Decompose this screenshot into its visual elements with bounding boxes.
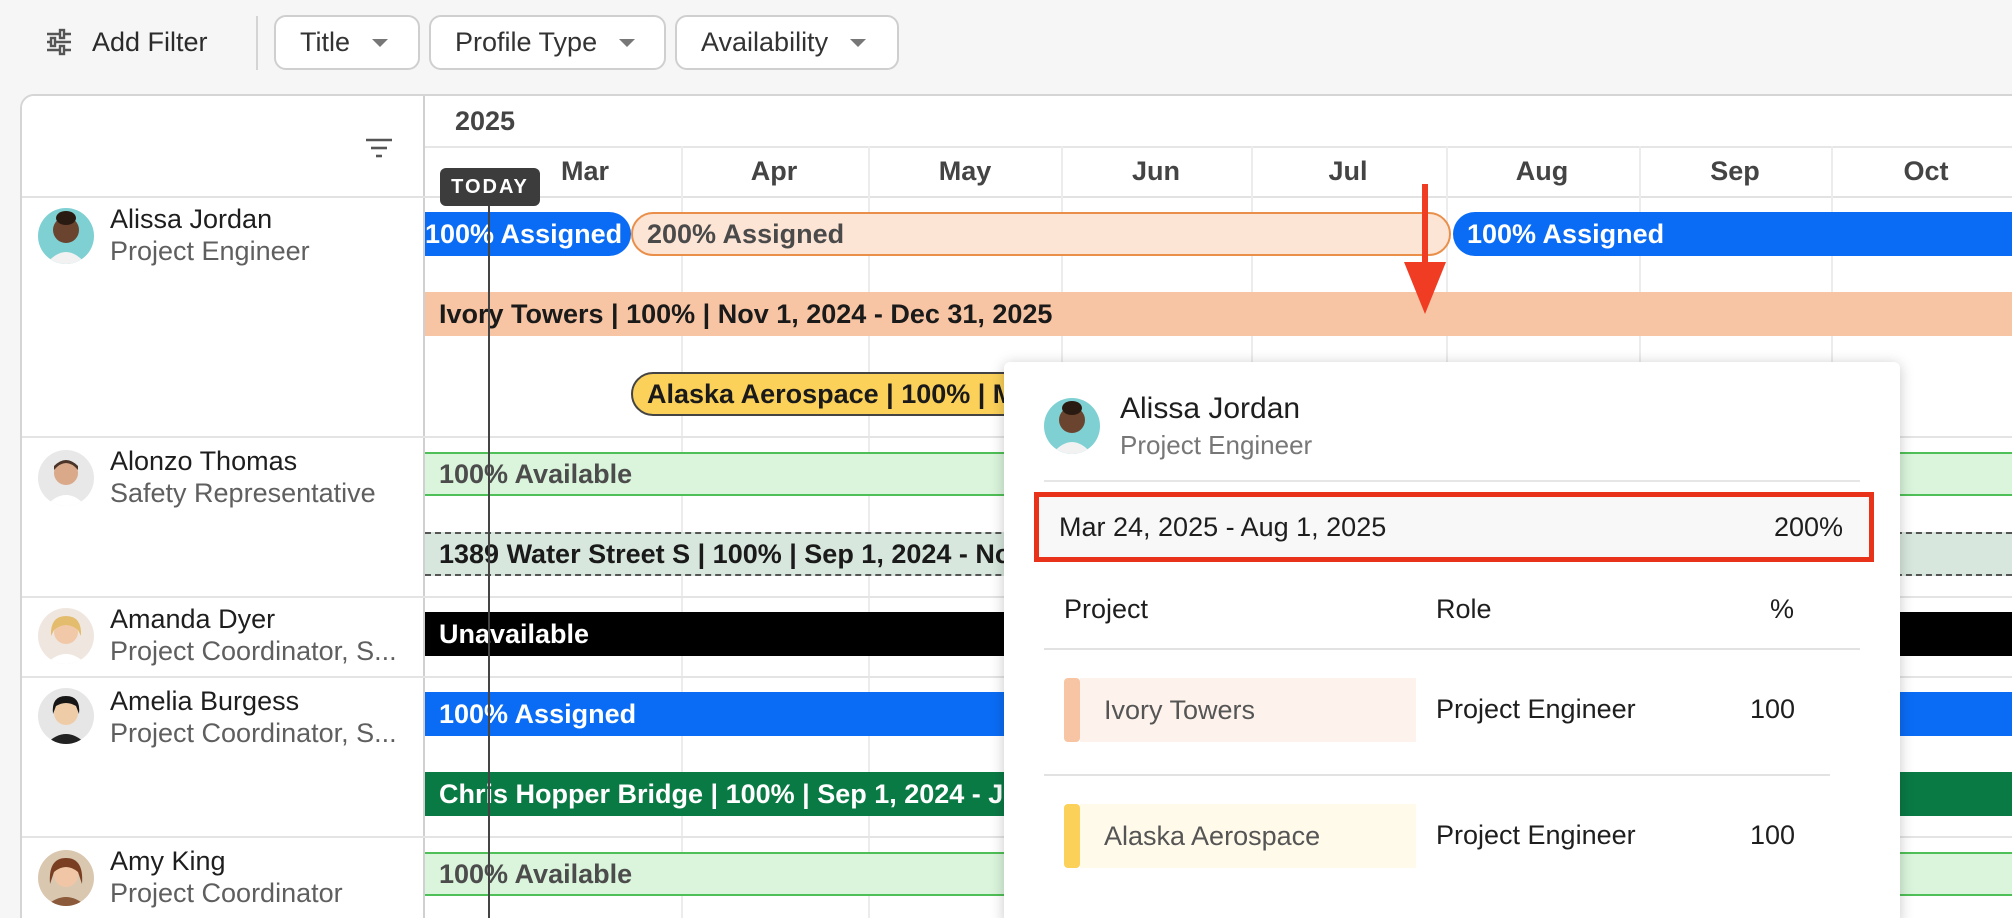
- person-title: Project Engineer: [110, 236, 310, 266]
- month-label: Mar: [560, 156, 610, 186]
- filter-bar: Add Filter Title Profile Type Availabili…: [0, 0, 2012, 86]
- percent-cell: 100: [1750, 694, 1796, 724]
- project-bar-ivory-towers[interactable]: Ivory Towers | 100% | Nov 1, 2024 - Dec …: [425, 292, 2012, 336]
- avatar: [38, 208, 94, 264]
- person-row[interactable]: Alonzo Thomas Safety Representative: [22, 438, 425, 598]
- month-label: Jun: [1131, 156, 1181, 186]
- title-filter-dropdown[interactable]: Title: [274, 15, 420, 70]
- person-title: Project Coordinator: [110, 878, 343, 908]
- assigned-bar[interactable]: 100% Assigned: [425, 212, 631, 256]
- month-label: Apr: [750, 156, 798, 186]
- avatar: [38, 850, 94, 906]
- project-name: Ivory Towers: [1080, 678, 1416, 742]
- divider: [1044, 648, 1860, 650]
- add-filter-label: Add Filter: [92, 26, 208, 57]
- project-color-swatch: [1064, 678, 1080, 742]
- resource-planning-panel: Alissa Jordan Project Engineer Alonzo Th…: [20, 94, 2012, 918]
- month-label: Oct: [1903, 156, 1949, 186]
- person-name: Amelia Burgess: [110, 686, 300, 716]
- table-row: Alaska Aerospace Project Engineer 100: [1064, 804, 1850, 868]
- profile-type-filter-label: Profile Type: [455, 27, 598, 57]
- availability-filter-dropdown[interactable]: Availability: [675, 15, 899, 70]
- person-title: Project Coordinator, S...: [110, 636, 397, 666]
- overallocated-bar[interactable]: 200% Assigned: [631, 212, 1451, 256]
- avatar: [1044, 398, 1100, 454]
- date-range-text: Mar 24, 2025 - Aug 1, 2025: [1059, 511, 1387, 542]
- caret-down-icon: [619, 38, 636, 47]
- person-name: Amy King: [110, 846, 226, 876]
- profile-type-filter-dropdown[interactable]: Profile Type: [429, 15, 666, 70]
- percent-cell: 100: [1750, 820, 1796, 850]
- person-name: Alonzo Thomas: [110, 446, 298, 476]
- highlighted-date-range: Mar 24, 2025 - Aug 1, 2025 200%: [1034, 492, 1874, 562]
- year-label: 2025: [455, 106, 516, 136]
- allocation-popover: Alissa Jordan Project Engineer Mar 24, 2…: [1004, 362, 1900, 918]
- person-row[interactable]: Amanda Dyer Project Coordinator, S...: [22, 598, 425, 678]
- caret-down-icon: [372, 38, 389, 47]
- person-name: Amanda Dyer: [110, 604, 276, 634]
- person-row[interactable]: Amy King Project Coordinator: [22, 838, 425, 918]
- project-name: Alaska Aerospace: [1080, 804, 1416, 868]
- month-label: Jul: [1328, 156, 1368, 186]
- role-column-header: Role: [1436, 594, 1492, 624]
- table-row: Ivory Towers Project Engineer 100: [1064, 678, 1850, 742]
- project-color-swatch: [1064, 804, 1080, 868]
- avatar: [38, 688, 94, 744]
- popover-person-title: Project Engineer: [1120, 430, 1313, 460]
- annotation-arrow-icon: [1404, 184, 1446, 314]
- person-title: Project Coordinator, S...: [110, 718, 397, 748]
- divider: [1044, 480, 1860, 482]
- project-column-header: Project: [1064, 594, 1149, 624]
- percent-column-header: %: [1770, 594, 1795, 624]
- caret-down-icon: [850, 38, 867, 47]
- month-label: Aug: [1515, 156, 1569, 186]
- availability-filter-label: Availability: [701, 27, 829, 57]
- person-row[interactable]: Amelia Burgess Project Coordinator, S...: [22, 678, 425, 838]
- role-cell: Project Engineer: [1436, 694, 1636, 724]
- divider: [1044, 774, 1830, 776]
- month-header: Mar Apr May Jun Jul Aug Sep Oct: [425, 146, 2012, 198]
- role-cell: Project Engineer: [1436, 820, 1636, 850]
- avatar: [38, 450, 94, 506]
- person-title: Safety Representative: [110, 478, 376, 508]
- title-filter-label: Title: [300, 27, 351, 57]
- sort-filter-icon[interactable]: [364, 136, 394, 160]
- today-marker: TODAY: [440, 168, 540, 206]
- filter-divider: [256, 16, 258, 70]
- month-label: Sep: [1710, 156, 1760, 186]
- person-row[interactable]: Alissa Jordan Project Engineer: [22, 198, 425, 438]
- popover-person-name: Alissa Jordan: [1120, 392, 1301, 425]
- month-label: May: [938, 156, 992, 186]
- person-name: Alissa Jordan: [110, 204, 273, 234]
- today-line: [488, 168, 490, 918]
- assigned-bar[interactable]: 100% Assigned: [1453, 212, 2012, 256]
- sliders-icon: [47, 28, 71, 56]
- people-column: Alissa Jordan Project Engineer Alonzo Th…: [22, 96, 425, 918]
- total-percent: 200%: [1773, 511, 1843, 542]
- add-filter-button[interactable]: Add Filter: [44, 22, 208, 62]
- avatar: [38, 608, 94, 664]
